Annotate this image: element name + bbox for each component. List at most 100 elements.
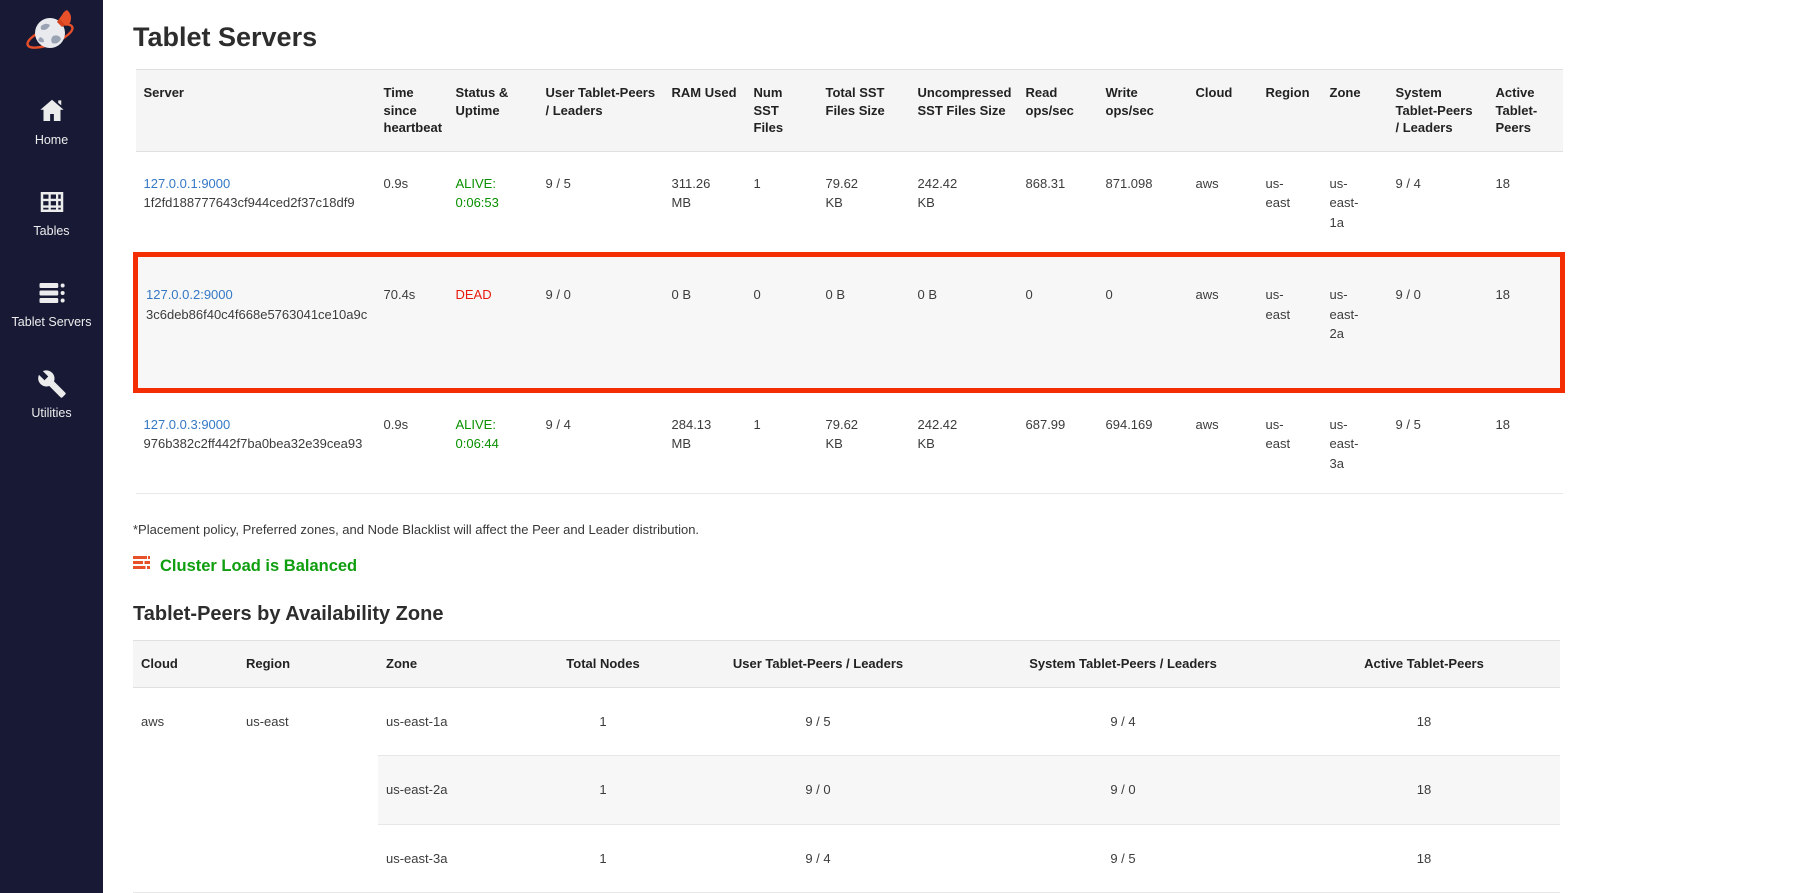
read-ops-cell: 687.99 bbox=[1018, 390, 1098, 494]
total-nodes-cell: 1 bbox=[528, 687, 678, 756]
uptime-text: 0:06:53 bbox=[456, 193, 530, 213]
server-uuid: 1f2fd188777643cf944ced2f37c18df9 bbox=[144, 193, 368, 213]
page-title: Tablet Servers bbox=[133, 22, 1775, 53]
zone-cell: us-east-3a bbox=[378, 824, 528, 893]
system-tablet-peers-cell: 9 / 0 bbox=[958, 756, 1288, 825]
yugabyte-logo[interactable] bbox=[23, 6, 81, 62]
status-cell: DEAD bbox=[448, 255, 538, 391]
zone-cell: us-east-1a bbox=[1322, 151, 1388, 255]
col-zone: Zone bbox=[1322, 70, 1388, 152]
table-row: 127.0.0.1:9000 1f2fd188777643cf944ced2f3… bbox=[136, 151, 1563, 255]
total-nodes-cell: 1 bbox=[528, 756, 678, 825]
status-cell: ALIVE: 0:06:53 bbox=[448, 151, 538, 255]
col-uncompressed-sst-size: Uncompressed SST Files Size bbox=[910, 70, 1018, 152]
tables-icon bbox=[37, 187, 67, 217]
col-server: Server bbox=[136, 70, 376, 152]
main-content: Tablet Servers Server Time since heartbe… bbox=[103, 0, 1805, 893]
ram-used-cell: 284.13 MB bbox=[664, 390, 746, 494]
system-tablet-peers-cell: 9 / 5 bbox=[1388, 390, 1488, 494]
sidebar-item-tablet-servers[interactable]: Tablet Servers bbox=[0, 278, 103, 329]
status-text: ALIVE: bbox=[456, 174, 530, 194]
cloud-cell: aws bbox=[1188, 255, 1258, 391]
write-ops-cell: 0 bbox=[1098, 255, 1188, 391]
total-sst-size-cell: 79.62 KB bbox=[818, 390, 910, 494]
col-cloud: Cloud bbox=[1188, 70, 1258, 152]
col-region: Region bbox=[238, 641, 378, 688]
sidebar-item-label: Utilities bbox=[31, 406, 71, 420]
col-system-tablet-peers: System Tablet-Peers / Leaders bbox=[1388, 70, 1488, 152]
col-active-tablet-peers: Active Tablet-Peers bbox=[1288, 641, 1560, 688]
user-tablet-peers-cell: 9 / 4 bbox=[678, 824, 958, 893]
system-tablet-peers-cell: 9 / 4 bbox=[958, 687, 1288, 756]
sidebar-item-label: Tablet Servers bbox=[12, 315, 92, 329]
region-cell: us-east bbox=[1258, 255, 1322, 391]
col-system-tablet-peers: System Tablet-Peers / Leaders bbox=[958, 641, 1288, 688]
zone-cell: us-east-1a bbox=[378, 687, 528, 756]
server-uuid: 976b382c2ff442f7ba0bea32e39cea93 bbox=[144, 434, 368, 454]
sidebar-item-label: Tables bbox=[33, 224, 69, 238]
sidebar-item-label: Home bbox=[35, 133, 68, 147]
uptime-text: 0:06:44 bbox=[456, 434, 530, 454]
server-cell: 127.0.0.3:9000 976b382c2ff442f7ba0bea32e… bbox=[136, 390, 376, 494]
zone-cell: us-east-2a bbox=[1322, 255, 1388, 391]
active-tablet-peers-cell: 18 bbox=[1288, 687, 1560, 756]
user-tablet-peers-cell: 9 / 4 bbox=[538, 390, 664, 494]
write-ops-cell: 871.098 bbox=[1098, 151, 1188, 255]
sidebar-nav: Home Tables Tablet Servers bbox=[0, 96, 103, 420]
num-sst-files-cell: 0 bbox=[746, 255, 818, 391]
cluster-load-label: Cluster Load is Balanced bbox=[160, 557, 357, 576]
server-uuid: 3c6deb86f40c4f668e5763041ce10a9c bbox=[146, 305, 368, 325]
home-icon bbox=[37, 96, 67, 126]
total-sst-size-cell: 79.62 KB bbox=[818, 151, 910, 255]
sidebar-item-tables[interactable]: Tables bbox=[0, 187, 103, 238]
uncompressed-sst-size-cell: 0 B bbox=[910, 255, 1018, 391]
active-tablet-peers-cell: 18 bbox=[1288, 756, 1560, 825]
zone-cell: us-east-3a bbox=[1322, 390, 1388, 494]
system-tablet-peers-cell: 9 / 5 bbox=[958, 824, 1288, 893]
sidebar-item-home[interactable]: Home bbox=[0, 96, 103, 147]
total-nodes-cell: 1 bbox=[528, 824, 678, 893]
server-link[interactable]: 127.0.0.3:9000 bbox=[144, 417, 231, 432]
active-tablet-peers-cell: 18 bbox=[1488, 390, 1563, 494]
uncompressed-sst-size-cell: 242.42 KB bbox=[910, 151, 1018, 255]
tablet-servers-table: Server Time since heartbeat Status & Upt… bbox=[133, 69, 1565, 494]
col-user-tablet-peers: User Tablet-Peers / Leaders bbox=[538, 70, 664, 152]
table-row: 127.0.0.3:9000 976b382c2ff442f7ba0bea32e… bbox=[136, 390, 1563, 494]
table-row: aws us-east us-east-1a 1 9 / 5 9 / 4 18 bbox=[133, 687, 1560, 756]
read-ops-cell: 0 bbox=[1018, 255, 1098, 391]
ram-used-cell: 0 B bbox=[664, 255, 746, 391]
col-heartbeat: Time since heartbeat bbox=[376, 70, 448, 152]
col-ram-used: RAM Used bbox=[664, 70, 746, 152]
server-cell: 127.0.0.1:9000 1f2fd188777643cf944ced2f3… bbox=[136, 151, 376, 255]
num-sst-files-cell: 1 bbox=[746, 390, 818, 494]
tablet-peers-by-az-table: Cloud Region Zone Total Nodes User Table… bbox=[133, 640, 1560, 893]
col-total-nodes: Total Nodes bbox=[528, 641, 678, 688]
write-ops-cell: 694.169 bbox=[1098, 390, 1188, 494]
active-tablet-peers-cell: 18 bbox=[1488, 151, 1563, 255]
uncompressed-sst-size-cell: 242.42 KB bbox=[910, 390, 1018, 494]
ram-used-cell: 311.26 MB bbox=[664, 151, 746, 255]
system-tablet-peers-cell: 9 / 0 bbox=[1388, 255, 1488, 391]
region-cell: us-east bbox=[238, 687, 378, 893]
server-link[interactable]: 127.0.0.1:9000 bbox=[144, 176, 231, 191]
rebalance-icon bbox=[133, 555, 150, 577]
sidebar-item-utilities[interactable]: Utilities bbox=[0, 369, 103, 420]
active-tablet-peers-cell: 18 bbox=[1288, 824, 1560, 893]
cloud-cell: aws bbox=[1188, 151, 1258, 255]
placement-policy-footnote: *Placement policy, Preferred zones, and … bbox=[133, 522, 1775, 537]
server-link[interactable]: 127.0.0.2:9000 bbox=[146, 287, 233, 302]
col-region: Region bbox=[1258, 70, 1322, 152]
heartbeat-cell: 70.4s bbox=[376, 255, 448, 391]
status-text: ALIVE: bbox=[456, 415, 530, 435]
user-tablet-peers-cell: 9 / 0 bbox=[678, 756, 958, 825]
col-write-ops: Write ops/sec bbox=[1098, 70, 1188, 152]
active-tablet-peers-cell: 18 bbox=[1488, 255, 1563, 391]
table-header-row: Server Time since heartbeat Status & Upt… bbox=[136, 70, 1563, 152]
table-row-highlighted: 127.0.0.2:9000 3c6deb86f40c4f668e5763041… bbox=[136, 255, 1563, 391]
user-tablet-peers-cell: 9 / 0 bbox=[538, 255, 664, 391]
utilities-icon bbox=[37, 369, 67, 399]
server-cell: 127.0.0.2:9000 3c6deb86f40c4f668e5763041… bbox=[136, 255, 376, 391]
col-cloud: Cloud bbox=[133, 641, 238, 688]
total-sst-size-cell: 0 B bbox=[818, 255, 910, 391]
table-header-row: Cloud Region Zone Total Nodes User Table… bbox=[133, 641, 1560, 688]
